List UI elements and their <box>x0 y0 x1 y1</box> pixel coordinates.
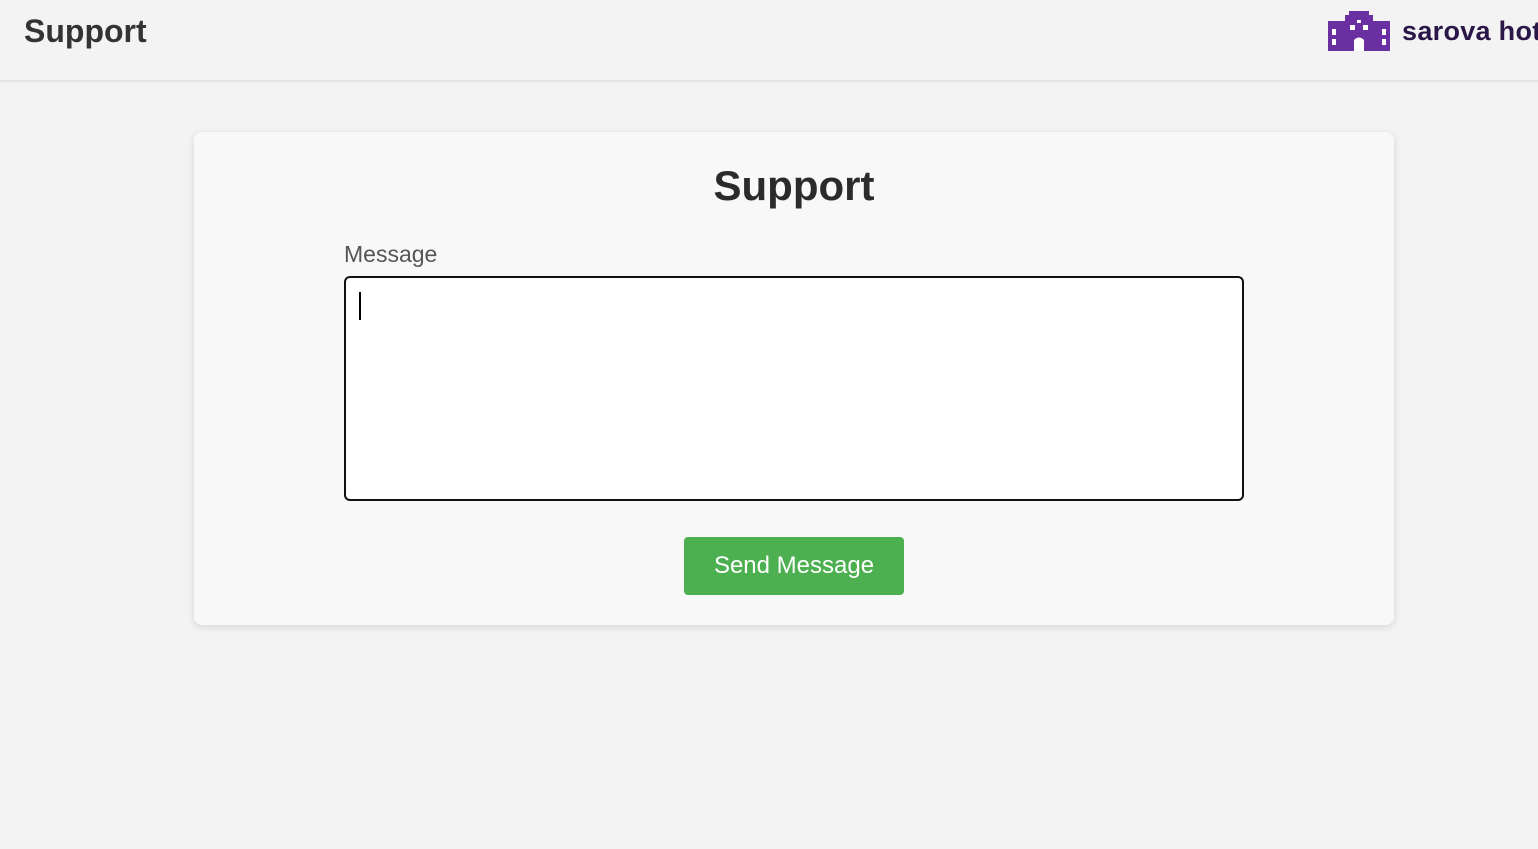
form-title: Support <box>713 162 875 209</box>
brand[interactable]: sarova hot <box>1328 10 1538 52</box>
support-card: Support Message Send Message <box>194 132 1394 625</box>
brand-name: sarova hot <box>1402 15 1538 46</box>
text-caret <box>359 292 361 320</box>
send-message-button[interactable]: Send Message <box>684 537 904 595</box>
top-bar: Support sarova hot <box>0 0 1538 82</box>
message-label: Message <box>344 241 438 267</box>
page-title: Support <box>24 13 147 49</box>
message-textarea[interactable] <box>344 276 1244 501</box>
hotel-building-icon <box>1328 11 1390 51</box>
